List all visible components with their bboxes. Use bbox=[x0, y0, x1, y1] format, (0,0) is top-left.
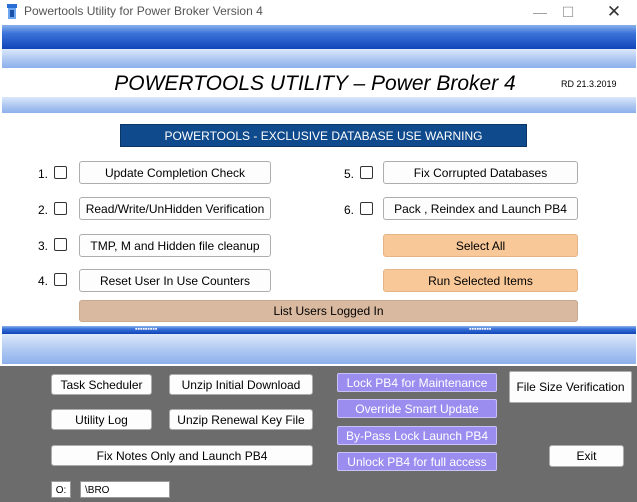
fix-notes-launch-button[interactable]: Fix Notes Only and Launch PB4 bbox=[51, 445, 313, 466]
unzip-initial-download-button[interactable]: Unzip Initial Download bbox=[169, 374, 313, 395]
footer-band bbox=[2, 334, 636, 364]
path-field[interactable]: \BRO bbox=[80, 481, 170, 498]
option-2-number: 2. bbox=[37, 203, 48, 217]
pack-reindex-launch-button[interactable]: Pack , Reindex and Launch PB4 bbox=[383, 197, 578, 220]
window-title: Powertools Utility for Power Broker Vers… bbox=[24, 4, 263, 18]
read-write-verification-button[interactable]: Read/Write/UnHidden Verification bbox=[79, 197, 271, 220]
splitter-grip-left[interactable]: ▪▪▪▪▪▪▪▪▪ bbox=[135, 326, 157, 333]
exit-button[interactable]: Exit bbox=[549, 445, 624, 467]
select-all-button[interactable]: Select All bbox=[383, 234, 578, 257]
utility-log-button[interactable]: Utility Log bbox=[51, 409, 152, 430]
option-6-checkbox[interactable] bbox=[360, 202, 373, 215]
unzip-renewal-key-button[interactable]: Unzip Renewal Key File bbox=[169, 409, 313, 430]
header-band-top bbox=[2, 25, 636, 49]
page-title: POWERTOOLS UTILITY – Power Broker 4 bbox=[114, 72, 516, 95]
update-completion-check-button[interactable]: Update Completion Check bbox=[79, 161, 271, 184]
option-5-checkbox[interactable] bbox=[360, 166, 373, 179]
list-users-button[interactable]: List Users Logged In bbox=[79, 300, 578, 322]
version-label: RD 21.3.2019 bbox=[561, 79, 617, 89]
fix-corrupted-databases-button[interactable]: Fix Corrupted Databases bbox=[383, 161, 578, 184]
separator-band bbox=[2, 326, 636, 334]
option-5-number: 5. bbox=[343, 167, 354, 181]
option-4-number: 4. bbox=[37, 274, 48, 288]
header-band-light bbox=[2, 49, 636, 68]
bypass-lock-launch-button[interactable]: By-Pass Lock Launch PB4 bbox=[337, 426, 497, 445]
file-cleanup-button[interactable]: TMP, M and Hidden file cleanup bbox=[79, 234, 271, 257]
close-button[interactable]: ✕ bbox=[594, 0, 634, 24]
option-4-checkbox[interactable] bbox=[54, 273, 67, 286]
option-2-checkbox[interactable] bbox=[54, 202, 67, 215]
task-scheduler-button[interactable]: Task Scheduler bbox=[51, 374, 152, 395]
header-band-bottom bbox=[2, 97, 636, 113]
unlock-pb4-button[interactable]: Unlock PB4 for full access bbox=[337, 452, 497, 471]
maximize-button[interactable]: ☐ bbox=[548, 0, 588, 24]
warning-banner: POWERTOOLS - EXCLUSIVE DATABASE USE WARN… bbox=[120, 124, 527, 147]
option-1-number: 1. bbox=[37, 167, 48, 181]
lock-pb4-button[interactable]: Lock PB4 for Maintenance bbox=[337, 373, 497, 392]
reset-user-counters-button[interactable]: Reset User In Use Counters bbox=[79, 269, 271, 292]
file-size-verification-button[interactable]: File Size Verification bbox=[509, 371, 632, 403]
option-3-checkbox[interactable] bbox=[54, 238, 67, 251]
option-1-checkbox[interactable] bbox=[54, 166, 67, 179]
splitter-grip-right[interactable]: ▪▪▪▪▪▪▪▪▪ bbox=[469, 326, 491, 333]
app-icon bbox=[7, 4, 17, 19]
override-smart-update-button[interactable]: Override Smart Update bbox=[337, 399, 497, 418]
option-3-number: 3. bbox=[37, 239, 48, 253]
drive-label: O: bbox=[51, 481, 71, 498]
option-6-number: 6. bbox=[343, 203, 354, 217]
run-selected-button[interactable]: Run Selected Items bbox=[383, 269, 578, 292]
